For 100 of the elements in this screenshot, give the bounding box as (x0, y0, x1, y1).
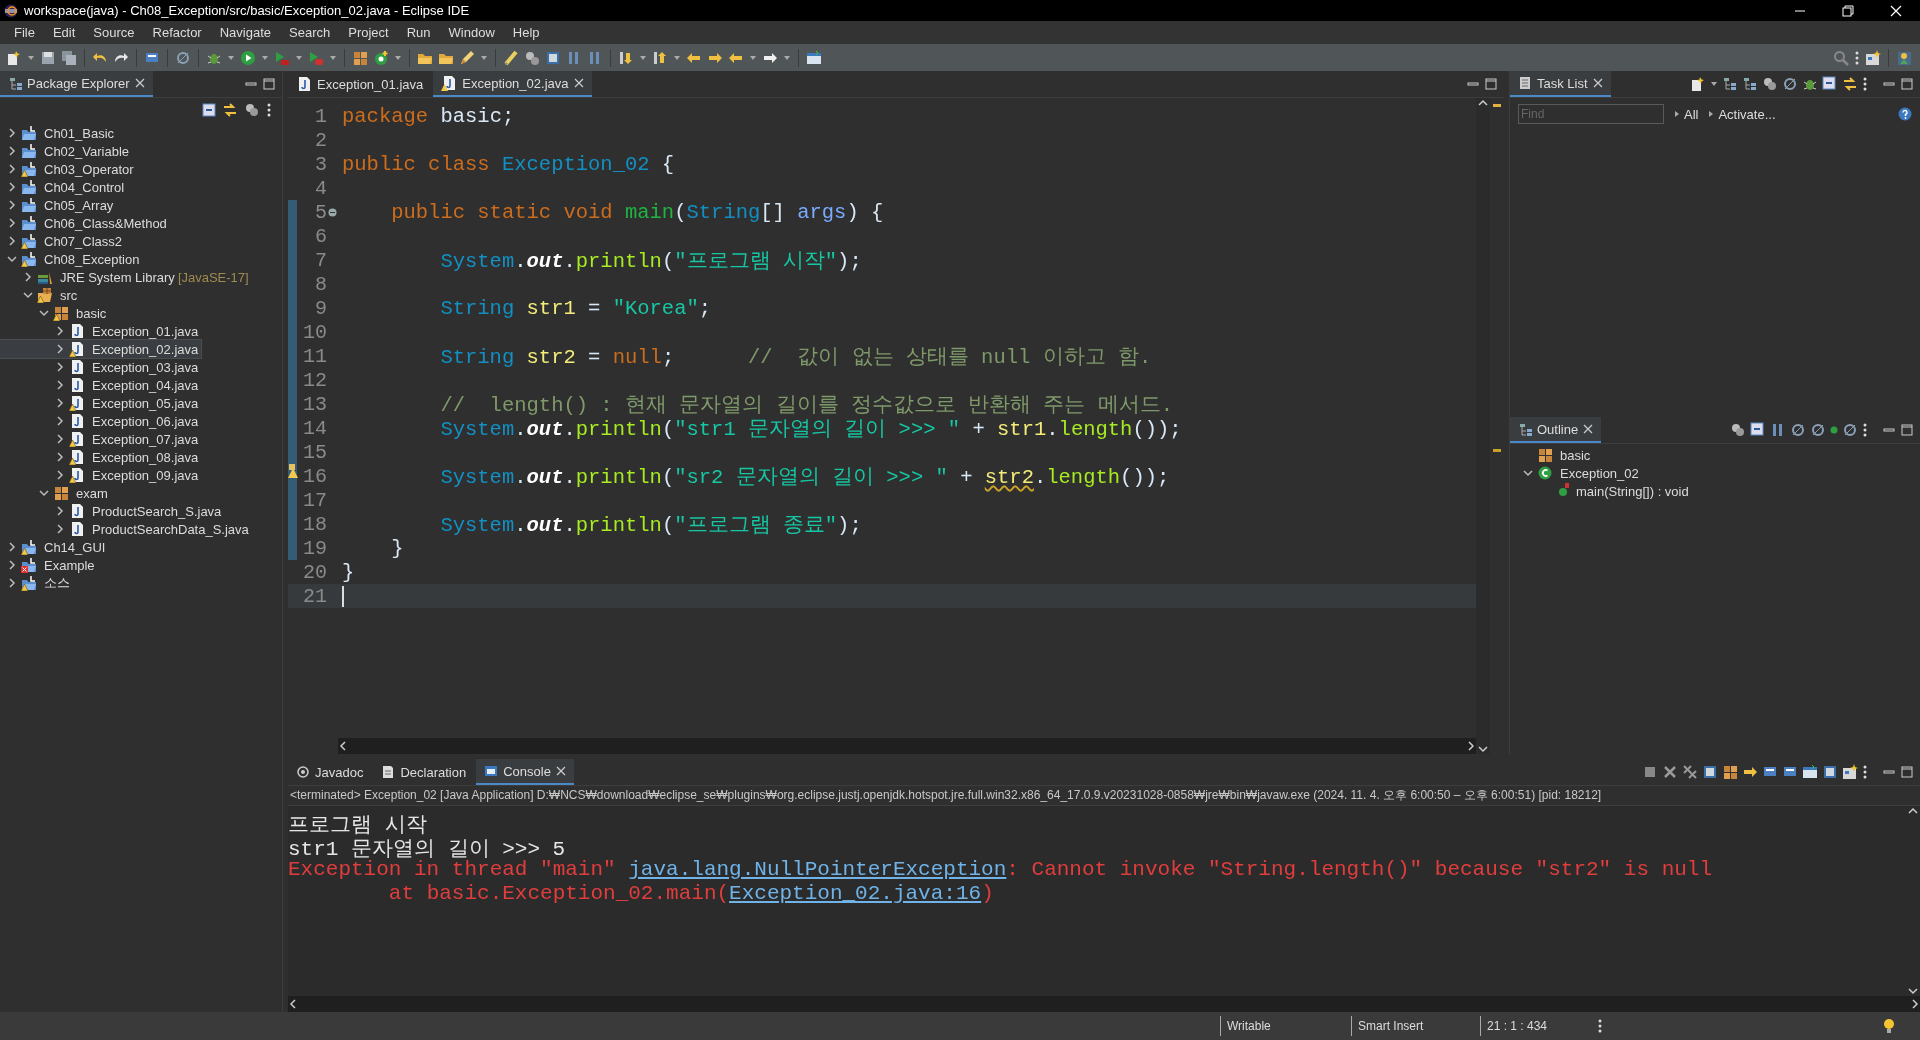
panel-tab[interactable]: Console (476, 759, 574, 785)
maximize-icon[interactable] (1900, 765, 1914, 779)
sync-icon[interactable] (1842, 76, 1858, 92)
vertical-scrollbar[interactable] (1906, 806, 1920, 996)
close-icon[interactable] (555, 766, 566, 776)
maximize-icon[interactable] (1484, 77, 1498, 91)
stack-trace-link[interactable]: Exception_02.java:16 (729, 882, 982, 905)
chevron-icon[interactable] (54, 451, 66, 463)
chevron-icon[interactable] (6, 163, 18, 175)
new-class-icon[interactable] (373, 49, 389, 66)
perspective-icon[interactable] (1865, 49, 1881, 66)
filter-icon[interactable] (1730, 422, 1746, 438)
caret-icon[interactable] (295, 53, 303, 62)
tree-item[interactable]: ProductSearch_S.java (0, 502, 225, 520)
menu-item[interactable]: Navigate (211, 23, 279, 42)
tree-item[interactable]: Ch04_Control (0, 178, 128, 196)
chevron-icon[interactable] (54, 325, 66, 337)
chevron-icon[interactable] (38, 307, 50, 319)
caret-icon[interactable] (783, 53, 791, 62)
caret-icon[interactable] (27, 53, 35, 62)
tree-item[interactable]: Ch03_Operator (0, 160, 137, 178)
chevron-icon[interactable] (54, 469, 66, 481)
new-file-icon[interactable] (6, 49, 22, 66)
close-icon[interactable] (1583, 424, 1594, 434)
filter-icon[interactable] (244, 102, 260, 118)
remove-launch-icon[interactable] (1662, 764, 1678, 780)
tree-item[interactable]: ProductSearchData_S.java (0, 520, 252, 538)
collapse-icon[interactable] (327, 207, 337, 217)
tree-item[interactable]: Ch01_Basic (0, 124, 118, 142)
warning-marker[interactable] (1493, 449, 1501, 452)
maximize-icon[interactable] (262, 77, 276, 91)
menu-item[interactable]: Refactor (144, 23, 210, 42)
maximize-icon[interactable] (1900, 77, 1914, 91)
task-filter-link[interactable]: Activate... (1708, 106, 1776, 122)
package-icon[interactable] (352, 49, 368, 66)
tree-item[interactable]: Example (0, 556, 98, 574)
scheduled-icon[interactable] (1742, 76, 1758, 92)
open-console-icon[interactable] (1802, 764, 1818, 780)
caret-icon[interactable] (673, 53, 681, 62)
chevron-icon[interactable] (6, 217, 18, 229)
caret-icon[interactable] (749, 53, 757, 62)
more-icon[interactable] (1597, 1018, 1603, 1034)
stack-trace-link[interactable]: java.lang.NullPointerException (628, 858, 1007, 881)
chevron-icon[interactable] (6, 577, 18, 589)
chevron-icon[interactable] (6, 199, 18, 211)
chevron-icon[interactable] (6, 127, 18, 139)
panel-tab[interactable]: Outline (1510, 417, 1602, 443)
chevron-icon[interactable] (54, 433, 66, 445)
menu-item[interactable]: Project (340, 23, 397, 42)
menu-item[interactable]: File (6, 23, 43, 42)
close-icon[interactable] (573, 78, 584, 88)
chevron-icon[interactable] (6, 541, 18, 553)
tree-item[interactable]: Exception_03.java (0, 358, 202, 376)
tree-item[interactable]: Ch02_Variable (0, 142, 133, 160)
chevron-icon[interactable] (54, 379, 66, 391)
chevron-icon[interactable] (54, 415, 66, 427)
filter-icon[interactable] (1762, 76, 1778, 92)
scroll-left-icon[interactable] (338, 741, 348, 751)
menu-item[interactable]: Run (398, 23, 439, 42)
tree-item[interactable]: Exception_09.java (0, 466, 202, 484)
tree-item[interactable]: 소스 (0, 574, 73, 592)
menu-item[interactable]: Search (281, 23, 339, 42)
more-icon[interactable] (1862, 422, 1868, 438)
tree-item[interactable]: Ch07_Class2 (0, 232, 126, 250)
chevron-icon[interactable] (1522, 467, 1534, 479)
chevron-icon[interactable] (38, 487, 50, 499)
next-annotation-icon[interactable] (618, 49, 634, 66)
caret-icon[interactable] (261, 53, 269, 62)
caret-icon[interactable] (227, 53, 235, 62)
tree-item[interactable]: Exception_02.java (0, 340, 202, 358)
more-icon[interactable] (1854, 49, 1860, 66)
tree-item[interactable]: Ch08_Exception (0, 250, 143, 268)
save-all-icon[interactable] (61, 49, 77, 66)
more-icon[interactable] (266, 102, 272, 118)
chevron-icon[interactable] (6, 145, 18, 157)
chevron-icon[interactable] (54, 397, 66, 409)
scroll-right-icon[interactable] (1910, 999, 1920, 1009)
caret-icon[interactable] (329, 53, 337, 62)
tree-item[interactable]: Exception_06.java (0, 412, 202, 430)
panel-tab[interactable]: Task List (1510, 71, 1611, 97)
highlighter-icon[interactable] (503, 49, 519, 66)
panel-tab[interactable]: Package Explorer (0, 71, 153, 97)
chevron-icon[interactable] (6, 559, 18, 571)
gears-icon[interactable] (524, 49, 540, 66)
scroll-up-icon[interactable] (1478, 98, 1488, 108)
caret-icon[interactable] (480, 53, 488, 62)
chevron-icon[interactable] (6, 181, 18, 193)
chevron-icon[interactable] (54, 523, 66, 535)
new-task-icon[interactable] (1690, 76, 1706, 92)
tree-item[interactable]: Exception_07.java (0, 430, 202, 448)
previous-annotation-icon[interactable] (652, 49, 668, 66)
chevron-icon[interactable] (6, 235, 18, 247)
scroll-down-icon[interactable] (1478, 744, 1488, 754)
link-editor-icon[interactable] (222, 102, 238, 118)
chevron-icon[interactable] (6, 253, 18, 265)
stop-icon[interactable] (1642, 764, 1658, 780)
close-icon[interactable] (1592, 78, 1603, 88)
chevron-icon[interactable] (22, 271, 34, 283)
tree-item[interactable]: src (0, 286, 81, 304)
pencil-icon[interactable] (459, 49, 475, 66)
